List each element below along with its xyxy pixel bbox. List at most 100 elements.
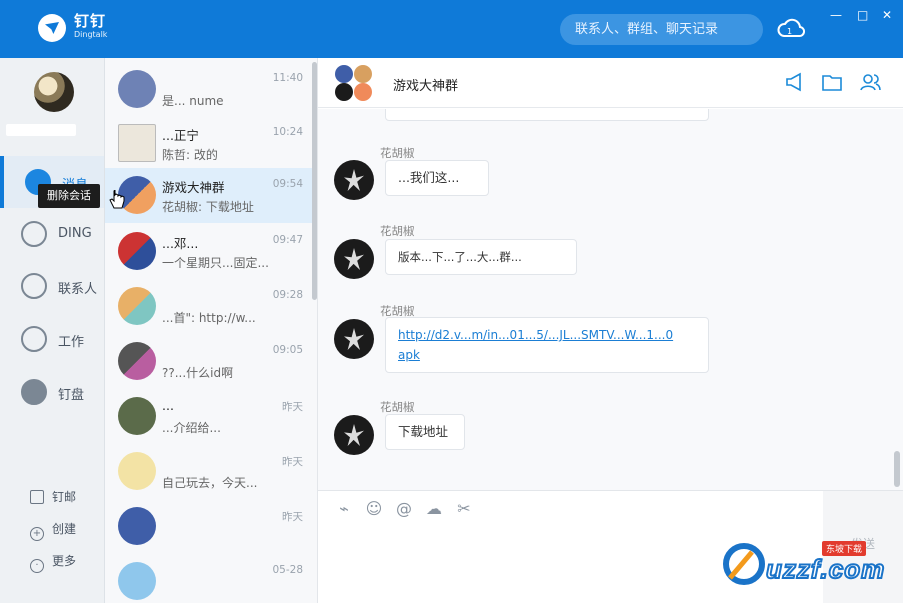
contacts-icon xyxy=(21,273,47,299)
conversation-time: 09:05 xyxy=(272,344,303,356)
conversation-avatar xyxy=(118,452,156,490)
conversation-avatar xyxy=(118,562,156,600)
scissors-icon[interactable]: ✂ xyxy=(454,499,474,519)
conversation-item[interactable]: 昨天 xyxy=(105,499,312,554)
conversation-item[interactable]: 09:05 ??...什么id啊 xyxy=(105,334,312,389)
nav-create-label: 创建 xyxy=(52,522,77,536)
conversation-preview: ...介绍给... xyxy=(162,421,221,435)
nav-item-label: 工作 xyxy=(58,335,85,350)
message-bubble: ...我们这... xyxy=(385,160,489,196)
chat-header: 游戏大神群 xyxy=(318,58,903,108)
nav-mail-label: 钉邮 xyxy=(52,490,77,504)
nav-item-work[interactable]: 工作 xyxy=(0,313,104,365)
conversation-name: 游戏大神群 xyxy=(162,180,225,195)
cloud-disk-icon xyxy=(21,379,47,405)
chat-panel: 游戏大神群 花胡椒 ...我们这... 花胡椒 版本...下...了...大..… xyxy=(318,58,903,603)
nav-item-ding[interactable]: DING xyxy=(0,208,104,260)
message-sender: 花胡椒 xyxy=(380,146,415,160)
brand: 钉钉 Dingtalk xyxy=(74,13,107,41)
conversation-avatar xyxy=(118,124,156,162)
message-bubble-link: http://d2.v...m/in...01...5/...JL...SMTV… xyxy=(385,317,709,373)
search-input[interactable]: 联系人、群组、聊天记录 xyxy=(560,14,763,45)
nav-more-label: 更多 xyxy=(52,554,77,568)
sender-avatar xyxy=(334,415,374,455)
nav-mail[interactable]: 钉邮 xyxy=(30,488,76,505)
conversation-item[interactable]: 05-28 xyxy=(105,554,312,603)
site-watermark: 东坡下载 uzzf.com xyxy=(720,538,900,588)
conversation-time: 11:40 xyxy=(272,72,303,84)
megaphone-icon[interactable] xyxy=(784,71,806,93)
conversation-preview: ??...什么id啊 xyxy=(162,366,234,380)
conversation-preview: 花胡椒: 下载地址 xyxy=(162,200,254,214)
mail-icon xyxy=(30,490,44,504)
more-circle-icon: · xyxy=(30,559,44,573)
sender-avatar xyxy=(334,239,374,279)
nav-item-disk[interactable]: 钉盘 xyxy=(0,366,104,418)
conversation-avatar xyxy=(118,507,156,545)
conversation-time: 10:24 xyxy=(272,126,303,138)
message-sender: 花胡椒 xyxy=(380,224,415,238)
message-bubble: 下载地址 xyxy=(385,414,465,450)
conversation-preview: ...首": http://w... xyxy=(162,311,256,325)
watermark-text: uzzf.com xyxy=(765,553,886,585)
conversation-preview: 陈哲: 改的 xyxy=(162,148,218,162)
conversation-avatar xyxy=(118,342,156,380)
nav-item-label: 联系人 xyxy=(58,282,98,297)
message-link[interactable]: http://d2.v...m/in...01...5/...JL...SMTV… xyxy=(398,325,696,345)
emoji-icon[interactable]: ☺ xyxy=(364,499,384,519)
conversation-avatar xyxy=(118,397,156,435)
folder-icon[interactable] xyxy=(821,71,843,93)
nav-item-label: DING xyxy=(58,226,92,241)
hand-cursor-icon xyxy=(109,190,125,209)
compass-icon xyxy=(21,326,47,352)
maximize-button[interactable]: □ xyxy=(857,8,868,22)
conversation-time: 05-28 xyxy=(272,564,303,576)
conversation-name: ... xyxy=(162,398,174,413)
plus-circle-icon: + xyxy=(30,527,44,541)
cloud-upload-icon[interactable]: ☁ xyxy=(424,499,444,519)
group-avatar xyxy=(335,65,372,101)
conversation-time: 昨天 xyxy=(282,511,303,523)
conversation-list-scrollbar[interactable] xyxy=(312,62,317,300)
message-bubble-partial xyxy=(385,109,709,121)
nav-more[interactable]: · 更多 xyxy=(30,552,76,573)
conversation-preview: 是... nume xyxy=(162,94,224,108)
conversation-time: 昨天 xyxy=(282,456,303,468)
conversation-name: ...正宁 xyxy=(162,128,199,143)
conversation-time: 09:54 xyxy=(272,178,303,190)
conversation-item[interactable]: ... 昨天 ...介绍给... xyxy=(105,389,312,444)
close-button[interactable]: ✕ xyxy=(882,8,892,22)
attachment-icon[interactable]: ⌁ xyxy=(334,499,354,519)
conversation-preview: 自己玩去，今天... xyxy=(162,476,258,490)
nav-item-label: 钉盘 xyxy=(58,388,85,403)
nav-create[interactable]: + 创建 xyxy=(30,520,76,541)
brand-name-cn: 钉钉 xyxy=(74,12,107,30)
title-bar: 钉钉 Dingtalk 联系人、群组、聊天记录 1 — □ ✕ xyxy=(0,0,903,58)
conversation-avatar xyxy=(118,287,156,325)
group-members-icon[interactable] xyxy=(859,71,881,93)
conversation-time: 昨天 xyxy=(282,401,303,413)
dingtalk-logo-icon xyxy=(38,14,66,42)
mention-icon[interactable]: @ xyxy=(394,499,414,519)
message-list: 花胡椒 ...我们这... 花胡椒 版本...下...了...大...群... … xyxy=(318,109,903,490)
conversation-item[interactable]: 09:28 ...首": http://w... xyxy=(105,279,312,334)
conversation-item[interactable]: 11:40 是... nume xyxy=(105,62,312,117)
chat-title: 游戏大神群 xyxy=(393,79,459,94)
conversation-item[interactable]: 昨天 自己玩去，今天... xyxy=(105,444,312,499)
chat-scrollbar[interactable] xyxy=(894,451,900,487)
conversation-item[interactable]: ...邓... 09:47 一个星期只...固定... xyxy=(105,224,312,279)
watermark-logo-icon xyxy=(723,543,765,585)
conversation-avatar xyxy=(118,70,156,108)
nav-item-contacts[interactable]: 联系人 xyxy=(0,260,104,312)
cloud-sync-icon[interactable]: 1 xyxy=(777,16,805,42)
sender-avatar xyxy=(334,319,374,359)
delete-conversation-tooltip: 删除会话 xyxy=(38,184,100,208)
message-link-cont[interactable]: apk xyxy=(398,345,696,365)
conversation-avatar xyxy=(118,232,156,270)
conversation-item[interactable]: ...正宁 10:24 陈哲: 改的 xyxy=(105,116,312,171)
conversation-item-selected[interactable]: 游戏大神群 09:54 花胡椒: 下载地址 xyxy=(105,168,312,223)
user-name-redacted xyxy=(6,124,76,136)
left-nav: 消息 DING 联系人 工作 钉盘 钉邮 +创建 ·更多 xyxy=(0,58,105,603)
user-avatar[interactable] xyxy=(34,72,74,112)
minimize-button[interactable]: — xyxy=(830,8,842,22)
